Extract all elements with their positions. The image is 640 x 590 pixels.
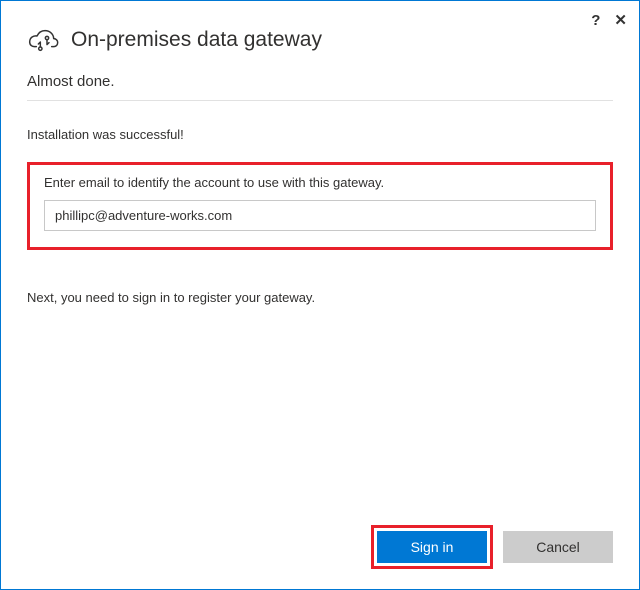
dialog-footer: Sign in Cancel — [371, 525, 613, 569]
dialog-subtitle: Almost done. — [27, 73, 613, 90]
email-input[interactable] — [44, 200, 596, 231]
divider — [27, 100, 613, 101]
titlebar-controls: ? ✕ — [591, 11, 627, 29]
email-label: Enter email to identify the account to u… — [44, 175, 596, 190]
dialog-title: On-premises data gateway — [71, 28, 322, 52]
sign-in-button[interactable]: Sign in — [377, 531, 487, 563]
installation-status: Installation was successful! — [27, 127, 613, 142]
cloud-gateway-icon — [27, 25, 59, 55]
next-instruction: Next, you need to sign in to register yo… — [27, 290, 613, 305]
help-icon[interactable]: ? — [591, 12, 600, 29]
dialog-header: On-premises data gateway — [27, 25, 613, 55]
sign-in-highlight: Sign in — [371, 525, 493, 569]
close-icon[interactable]: ✕ — [614, 11, 627, 29]
dialog-window: ? ✕ On-premises data gateway Almost done… — [0, 0, 640, 590]
cancel-button[interactable]: Cancel — [503, 531, 613, 563]
email-section-highlight: Enter email to identify the account to u… — [27, 162, 613, 250]
